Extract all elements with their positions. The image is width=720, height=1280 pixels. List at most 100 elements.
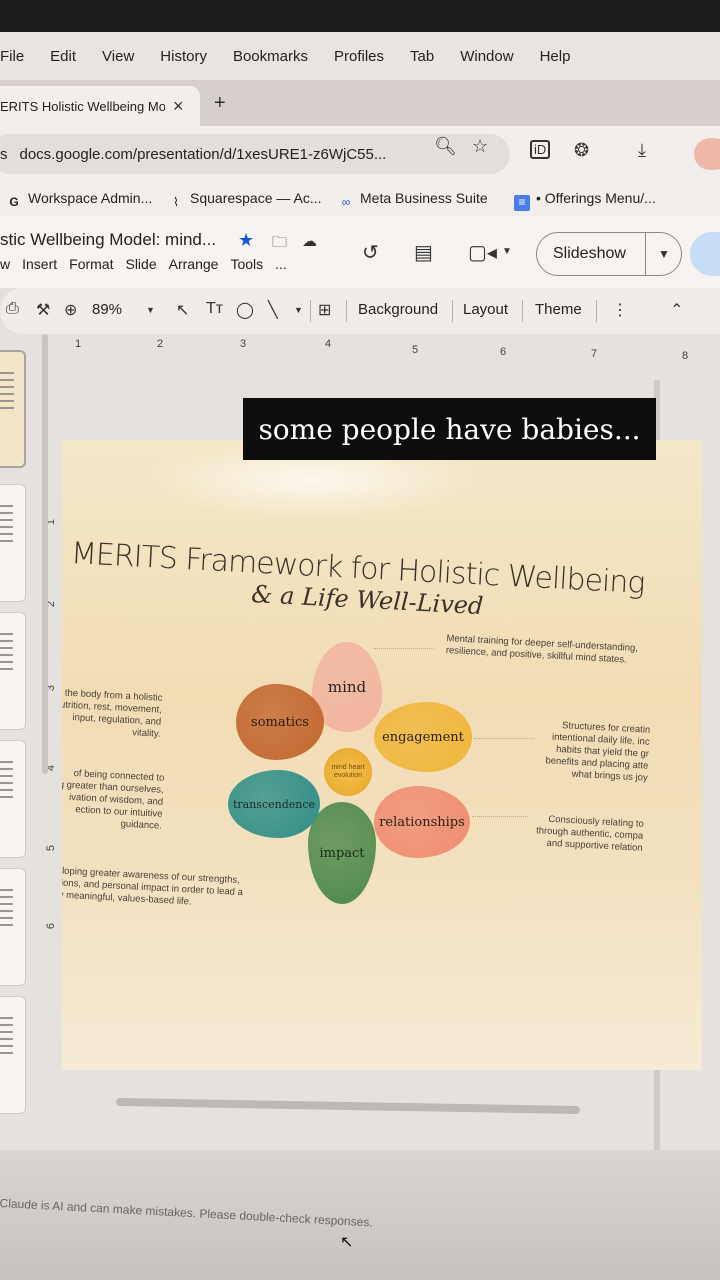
- chevron-down-icon[interactable]: ▼: [646, 247, 670, 261]
- menu-arrange[interactable]: Arrange: [169, 256, 219, 272]
- line-icon[interactable]: ╲: [268, 300, 278, 320]
- bookmark-workspace-admin[interactable]: G Workspace Admin...: [6, 190, 152, 211]
- zoom-level[interactable]: 89%: [92, 301, 122, 318]
- slide-thumbnail[interactable]: [0, 868, 26, 986]
- menu-tools[interactable]: Tools: [230, 256, 263, 272]
- slide-thumbnail[interactable]: [0, 740, 26, 858]
- slide-canvas[interactable]: MERITS Framework for Holistic Wellbeing …: [62, 440, 702, 1070]
- google-icon: G: [9, 195, 19, 209]
- puzzle-icon[interactable]: ❂: [574, 140, 589, 161]
- slide-thumbnail[interactable]: [0, 350, 26, 468]
- petal-relationships[interactable]: relationships: [374, 786, 470, 858]
- extension-id-icon[interactable]: iD: [530, 140, 551, 159]
- star-icon[interactable]: ☆: [472, 136, 488, 157]
- petal-label: engagement: [382, 729, 464, 745]
- ruler-mark: 5: [412, 344, 419, 356]
- menu-bar: File Edit View History Bookmarks Profile…: [0, 32, 720, 80]
- layout-button[interactable]: Layout: [463, 301, 508, 318]
- menu-format[interactable]: Format: [69, 256, 113, 272]
- ruler-mark: 6: [500, 346, 507, 358]
- menu-history[interactable]: History: [160, 48, 207, 65]
- ruler-mark: 2: [157, 338, 164, 350]
- menu-edit[interactable]: Edit: [50, 48, 76, 65]
- slide-thumbnail[interactable]: [0, 484, 26, 602]
- zoom-icon[interactable]: 🔍︎: [434, 136, 457, 157]
- document-title[interactable]: stic Wellbeing Model: mind...: [0, 230, 216, 250]
- new-tab-button[interactable]: +: [214, 92, 226, 115]
- slide-thumbnail[interactable]: [0, 612, 26, 730]
- vertical-ruler: 1 2 3 4 5 6: [36, 380, 60, 980]
- toolbar-divider: [452, 300, 453, 322]
- ruler-mark: 7: [591, 348, 598, 360]
- more-options-icon[interactable]: ⋮: [612, 300, 628, 320]
- menu-bookmarks[interactable]: Bookmarks: [233, 48, 308, 65]
- menu-help[interactable]: Help: [540, 48, 571, 65]
- petal-label: transcendence: [232, 797, 316, 811]
- menu-slide[interactable]: Slide: [125, 256, 156, 272]
- ruler-mark: 1: [75, 338, 82, 350]
- address-row: s docs.google.com/presentation/d/1xesURE…: [0, 126, 720, 182]
- menu-window[interactable]: Window: [460, 48, 513, 65]
- cloud-status-icon[interactable]: ☁︎: [302, 232, 317, 250]
- comment-add-icon[interactable]: ⊞: [318, 300, 331, 320]
- history-icon[interactable]: ↺: [362, 240, 379, 265]
- meta-icon: ∞: [341, 195, 351, 209]
- collapse-icon[interactable]: ⌃: [670, 300, 683, 320]
- avatar[interactable]: [694, 138, 720, 170]
- petal-label: mind: [327, 678, 367, 696]
- text-box-icon[interactable]: Tᴛ: [206, 300, 223, 318]
- petal-transcendence[interactable]: transcendence: [228, 770, 320, 838]
- star-icon[interactable]: ★: [238, 230, 254, 251]
- menu-file[interactable]: File: [0, 48, 24, 65]
- menu-insert[interactable]: Insert: [22, 256, 57, 272]
- theme-button[interactable]: Theme: [535, 301, 582, 318]
- close-icon[interactable]: ×: [173, 96, 184, 117]
- center-disk[interactable]: mind heart evolution: [324, 748, 372, 796]
- ruler-mark: 4: [325, 338, 332, 350]
- tab-strip: ERITS Holistic Wellbeing Mo × +: [0, 80, 720, 126]
- description-relationships: Consciously relating to through authenti…: [535, 813, 645, 854]
- menu-more[interactable]: ...: [275, 256, 287, 272]
- ruler-mark: 6: [45, 922, 58, 930]
- horizontal-ruler: 1 2 3 4 5 6 7 8: [60, 334, 720, 364]
- menu-view-partial[interactable]: w: [0, 256, 10, 272]
- video-call-icon[interactable]: ▢◂: [468, 240, 497, 265]
- description-mind: Mental training for deeper self-understa…: [445, 633, 639, 666]
- chevron-down-icon[interactable]: ▼: [502, 246, 512, 257]
- arrow-engagement: [474, 738, 534, 739]
- paint-format-icon[interactable]: ⚒: [36, 300, 50, 320]
- description-impact: eveloping greater awareness of our stren…: [62, 864, 244, 908]
- bookmark-meta[interactable]: ∞ Meta Business Suite: [338, 190, 488, 211]
- chevron-down-icon[interactable]: ▼: [294, 305, 303, 315]
- petal-impact[interactable]: impact: [308, 802, 376, 904]
- print-icon[interactable]: ⎙: [6, 300, 19, 318]
- slideshow-button[interactable]: Slideshow ▼: [536, 232, 682, 276]
- editor-toolbar: ⎙ ⚒ ⊕ 89% ▼ ↖ Tᴛ ◯ ╲ ▼ ⊞ Background Layo…: [0, 288, 720, 334]
- tab-title: ERITS Holistic Wellbeing Mo: [0, 98, 165, 114]
- bookmark-squarespace[interactable]: ⌇ Squarespace — Ac...: [168, 190, 321, 211]
- menu-tab[interactable]: Tab: [410, 48, 434, 65]
- share-button[interactable]: [690, 232, 720, 276]
- filmstrip-scrollbar[interactable]: [42, 334, 48, 774]
- menu-view[interactable]: View: [102, 48, 134, 65]
- comment-icon[interactable]: ▤: [414, 240, 433, 265]
- slideshow-label: Slideshow: [553, 245, 626, 262]
- bookmark-offerings[interactable]: ≡ • Offerings Menu/...: [514, 190, 656, 211]
- petal-engagement[interactable]: engagement: [374, 702, 472, 772]
- menu-profiles[interactable]: Profiles: [334, 48, 384, 65]
- bookmarks-bar: G Workspace Admin... ⌇ Squarespace — Ac...…: [0, 182, 720, 216]
- shape-icon[interactable]: ◯: [236, 300, 254, 320]
- move-folder-icon[interactable]: 🗀︎: [272, 232, 287, 257]
- background-button[interactable]: Background: [358, 301, 438, 318]
- select-icon[interactable]: ↖: [176, 300, 189, 320]
- chevron-down-icon[interactable]: ▼: [146, 305, 155, 315]
- zoom-icon[interactable]: ⊕: [64, 300, 77, 320]
- petal-somatics[interactable]: somatics: [236, 684, 324, 760]
- download-icon[interactable]: ⤓: [638, 140, 646, 161]
- arrow-mind: [374, 648, 434, 649]
- browser-tab[interactable]: ERITS Holistic Wellbeing Mo ×: [0, 86, 200, 126]
- slide-thumbnail[interactable]: [0, 996, 26, 1114]
- toolbar-divider: [346, 300, 347, 322]
- description-transcendence: of being connected to g greater than our…: [62, 768, 165, 832]
- arrow-relationships: [472, 816, 528, 817]
